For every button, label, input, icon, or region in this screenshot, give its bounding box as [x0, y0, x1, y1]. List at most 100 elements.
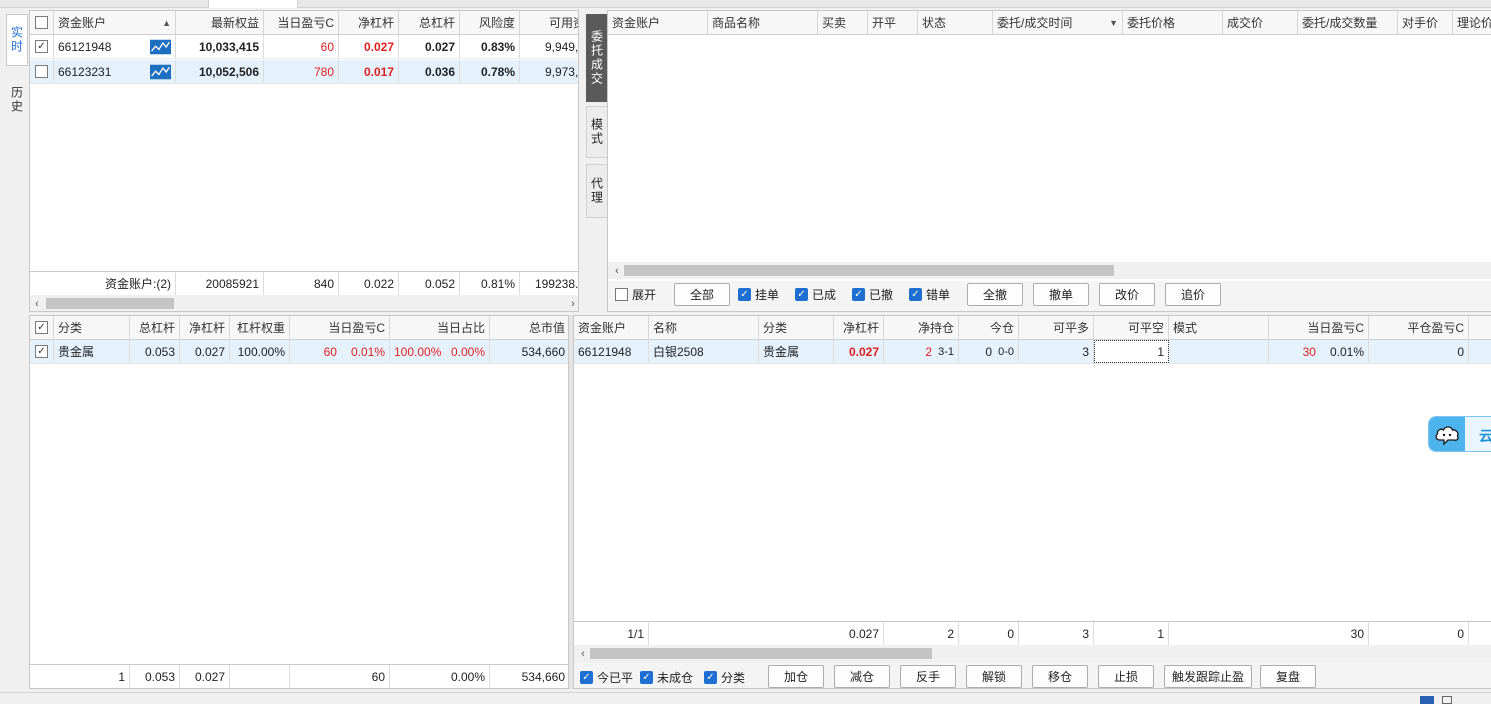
reverse-button[interactable]: 反手 — [900, 665, 956, 688]
col-category[interactable]: 分类 — [759, 316, 834, 339]
col-avail[interactable]: 可用资 — [520, 11, 578, 34]
check-icon: ✓ — [795, 288, 808, 301]
pending-checkbox[interactable]: ✓ 挂单 — [738, 286, 779, 303]
tab-orders-trades[interactable]: 委托成交 — [586, 14, 608, 102]
col-time-label: 委托/成交时间 — [997, 16, 1073, 30]
chart-icon[interactable] — [146, 35, 176, 58]
close-short[interactable]: 1 — [1094, 340, 1169, 363]
col-product-name[interactable]: 商品名称 — [708, 11, 818, 34]
col-pnl[interactable]: 当日盈亏C — [1269, 316, 1369, 339]
category-checkbox[interactable]: ✓ 分类 — [704, 669, 745, 686]
pnl-value: 60 — [323, 344, 337, 359]
positions-hscrollbar[interactable]: ‹ — [574, 645, 1491, 662]
cancelled-checkbox[interactable]: ✓ 已撤 — [852, 286, 893, 303]
filled-checkbox[interactable]: ✓ 已成 — [795, 286, 836, 303]
col-name[interactable]: 名称 — [649, 316, 759, 339]
col-risk[interactable]: 风险度 — [460, 11, 520, 34]
category-row[interactable]: ✓ 贵金属 0.053 0.027 100.00% 60 0.01% 100.00… — [30, 340, 568, 364]
all-button[interactable]: 全部 — [674, 283, 730, 306]
col-pnl[interactable]: 当日盈亏C — [264, 11, 339, 34]
unfilled-label: 未成仓 — [657, 671, 694, 685]
footer-count: 1 — [30, 665, 130, 688]
account-row[interactable]: 66123231 10,052,506 780 0.017 0.036 0.78… — [30, 60, 578, 84]
tab-realtime[interactable]: 实时 — [6, 14, 28, 66]
col-time[interactable]: 委托/成交时间 ▼ — [993, 11, 1123, 34]
col-account[interactable]: 资金账户 — [574, 316, 649, 339]
col-buy-sell[interactable]: 买卖 — [818, 11, 868, 34]
cancel-all-button[interactable]: 全撤 — [967, 283, 1023, 306]
col-order-price[interactable]: 委托价格 — [1123, 11, 1223, 34]
scroll-right-icon[interactable]: › — [566, 295, 578, 311]
col-net-lev[interactable]: 净杠杆 — [180, 316, 230, 339]
error-label: 错单 — [926, 288, 951, 302]
chase-price-button[interactable]: 追价 — [1165, 283, 1221, 306]
orders-hscrollbar[interactable]: ‹ — [608, 262, 1491, 279]
accounts-hscrollbar[interactable]: ‹ › — [30, 295, 578, 311]
col-net-lev[interactable]: 净杠杆 — [339, 11, 399, 34]
col-mode[interactable]: 模式 — [1169, 316, 1269, 339]
scroll-thumb[interactable] — [590, 648, 932, 659]
chart-icon[interactable] — [146, 60, 176, 83]
tab-history[interactable]: 历史 — [6, 74, 28, 126]
select-all-checkbox[interactable]: ✓ — [30, 316, 54, 339]
close-pnl: 0 — [1369, 340, 1469, 363]
position-row[interactable]: 66121948 白银2508 贵金属 0.027 2 3-1 0 0-0 3 1 … — [574, 340, 1491, 364]
tab-proxy[interactable]: 代理 — [586, 164, 608, 218]
col-theory-price[interactable]: 理论价 — [1453, 11, 1491, 34]
scroll-left-icon[interactable]: ‹ — [610, 262, 624, 279]
row-checkbox[interactable]: ✓ — [30, 340, 54, 363]
col-category[interactable]: 分类 — [54, 316, 130, 339]
total-lev: 0.027 — [399, 35, 460, 58]
col-counter-price[interactable]: 对手价 — [1398, 11, 1453, 34]
cancel-order-button[interactable]: 撤单 — [1033, 283, 1089, 306]
modify-price-button[interactable]: 改价 — [1099, 283, 1155, 306]
unfilled-checkbox[interactable]: ✓ 未成仓 — [640, 669, 693, 686]
reduce-position-button[interactable]: 减仓 — [834, 665, 890, 688]
col-net-pos[interactable]: 净持仓 — [884, 316, 959, 339]
tab-mode[interactable]: 模式 — [586, 106, 608, 158]
unlock-button[interactable]: 解锁 — [966, 665, 1022, 688]
col-equity[interactable]: 最新权益 — [176, 11, 264, 34]
cloud-widget[interactable]: 云 — [1428, 416, 1491, 452]
accounts-footer: 资金账户:(2) 20085921 840 0.022 0.052 0.81% … — [30, 271, 578, 295]
account-row[interactable]: ✓ 66121948 10,033,415 60 0.027 0.027 0.8… — [30, 35, 578, 59]
col-ratio[interactable]: 当日占比 — [390, 316, 490, 339]
risk: 0.78% — [460, 60, 520, 83]
col-close-long[interactable]: 可平多 — [1019, 316, 1094, 339]
col-market-value[interactable]: 总市值 — [490, 316, 568, 339]
col-pnl[interactable]: 当日盈亏C — [290, 316, 390, 339]
sort-down-icon: ▼ — [1109, 17, 1118, 28]
scroll-thumb[interactable] — [46, 298, 174, 309]
scroll-thumb[interactable] — [624, 265, 1114, 276]
weight: 100.00% — [230, 340, 290, 363]
col-account[interactable]: 资金账户 — [608, 11, 708, 34]
pnl: 30 0.01% — [1269, 340, 1369, 363]
col-close-short[interactable]: 可平空 — [1094, 316, 1169, 339]
trailing-stop-button[interactable]: 触发跟踪止盈 — [1164, 665, 1252, 688]
col-total-lev[interactable]: 总杠杆 — [130, 316, 180, 339]
row-checkbox[interactable]: ✓ — [30, 35, 54, 58]
review-button[interactable]: 复盘 — [1260, 665, 1316, 688]
stop-loss-button[interactable]: 止损 — [1098, 665, 1154, 688]
scroll-left-icon[interactable]: ‹ — [576, 645, 590, 662]
col-total-lev[interactable]: 总杠杆 — [399, 11, 460, 34]
closed-today-checkbox[interactable]: ✓ 今已平 — [580, 669, 633, 686]
accounts-header: 资金账户 ▲ 最新权益 当日盈亏C 净杠杆 总杠杆 风险度 可用资 — [30, 11, 578, 35]
col-account-label: 资金账户 — [58, 16, 107, 30]
col-today[interactable]: 今仓 — [959, 316, 1019, 339]
col-account[interactable]: 资金账户 ▲ — [54, 11, 176, 34]
col-quantity[interactable]: 委托/成交数量 — [1298, 11, 1398, 34]
error-checkbox[interactable]: ✓ 错单 — [909, 286, 950, 303]
add-position-button[interactable]: 加仓 — [768, 665, 824, 688]
scroll-left-icon[interactable]: ‹ — [30, 295, 44, 311]
col-fill-price[interactable]: 成交价 — [1223, 11, 1298, 34]
row-checkbox[interactable] — [30, 60, 54, 83]
col-close-pnl[interactable]: 平仓盈亏C — [1369, 316, 1469, 339]
select-all-checkbox[interactable] — [30, 11, 54, 34]
col-net-lev[interactable]: 净杠杆 — [834, 316, 884, 339]
col-open-close[interactable]: 开平 — [868, 11, 918, 34]
move-position-button[interactable]: 移仓 — [1032, 665, 1088, 688]
expand-checkbox[interactable]: 展开 — [615, 286, 656, 303]
col-status[interactable]: 状态 — [918, 11, 993, 34]
col-weight[interactable]: 杠杆权重 — [230, 316, 290, 339]
